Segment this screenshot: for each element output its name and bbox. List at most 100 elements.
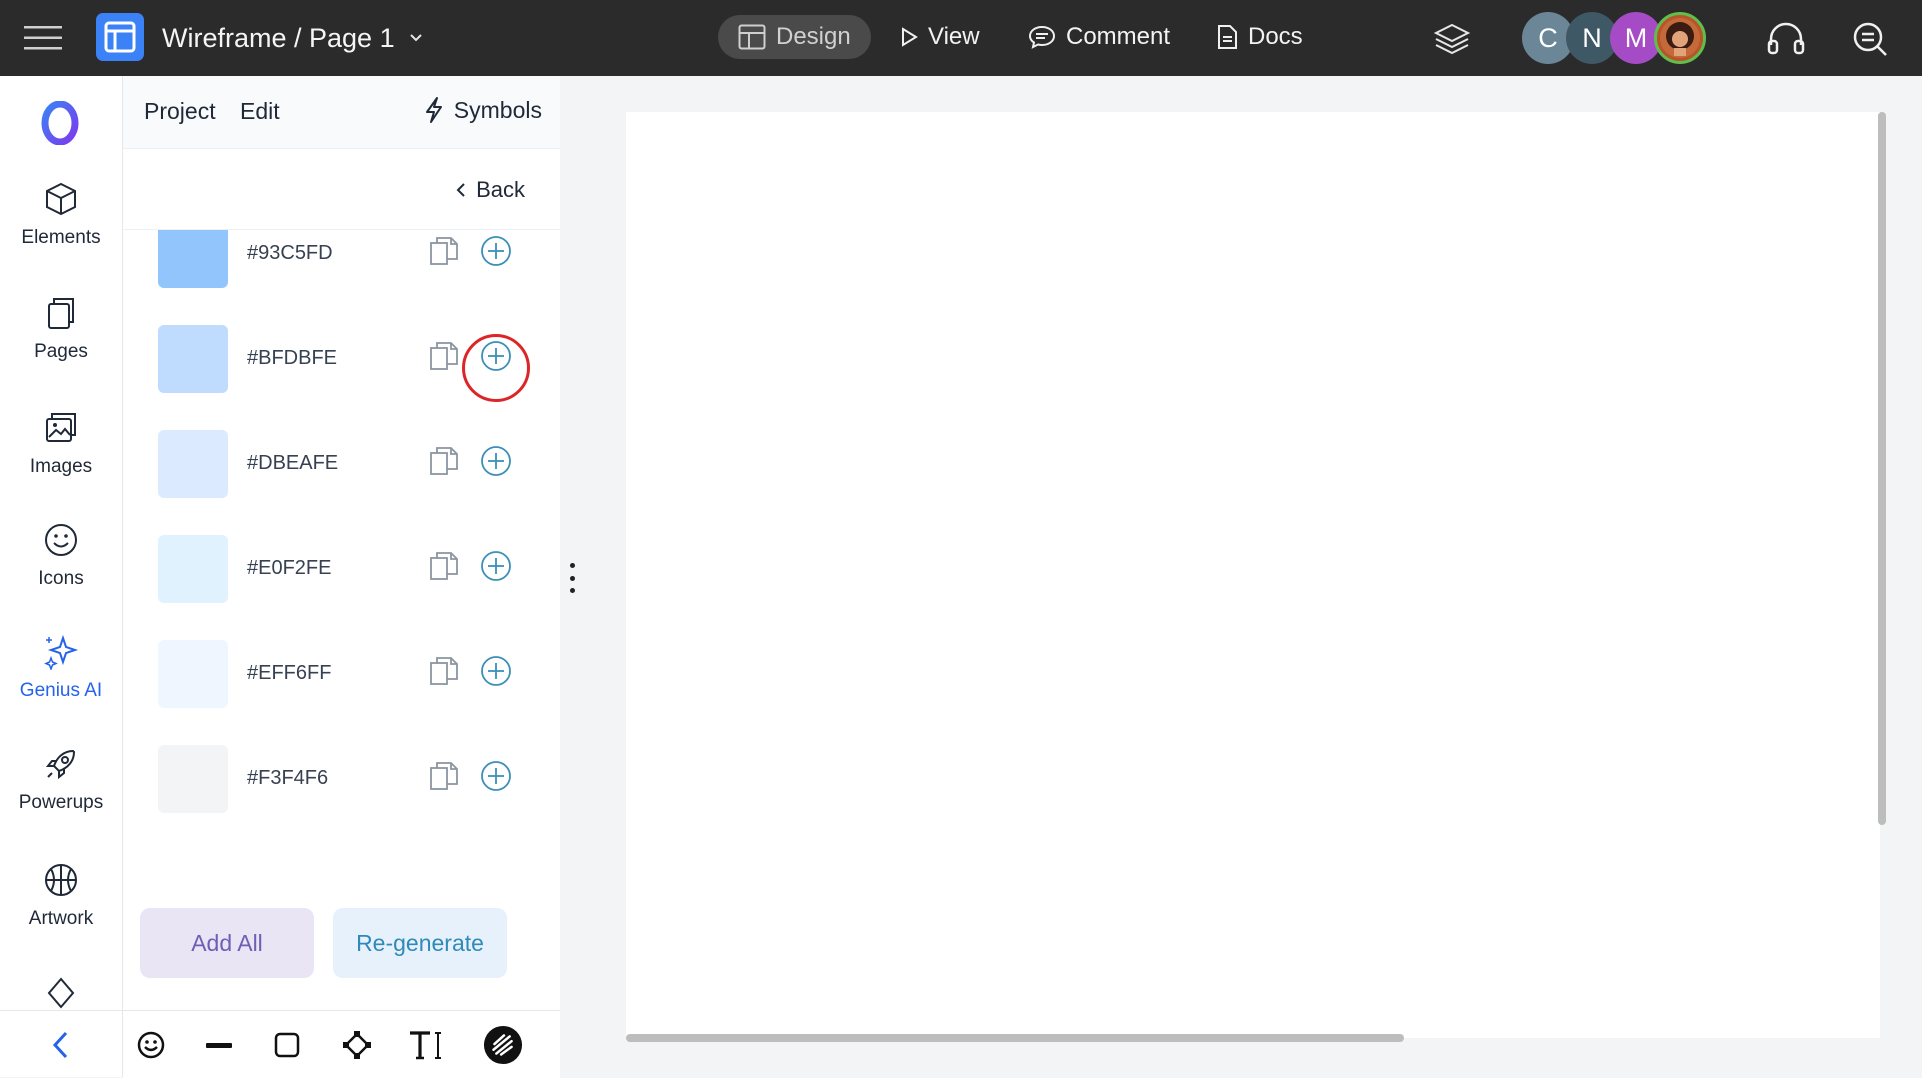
zoom-icon <box>1853 22 1887 56</box>
copy-color-button[interactable] <box>427 444 461 478</box>
nav-design[interactable]: Design <box>718 15 871 59</box>
back-row: Back <box>123 149 560 230</box>
chevron-left-icon <box>52 1031 68 1058</box>
symbols-button[interactable]: Symbols <box>424 96 542 124</box>
panel-resize-handle[interactable] <box>564 563 580 593</box>
copy-color-button[interactable] <box>427 654 461 688</box>
plus-circle-icon <box>481 446 511 476</box>
color-hex: #EFF6FF <box>247 662 332 684</box>
brand-logo[interactable] <box>38 101 82 145</box>
add-color-button[interactable] <box>479 234 513 268</box>
rail-item-elements[interactable]: Elements <box>0 181 122 249</box>
emoji-tool[interactable] <box>131 1025 171 1065</box>
color-swatch <box>158 230 228 288</box>
color-hex: #BFDBFE <box>247 347 338 369</box>
layout-icon <box>104 21 136 53</box>
menu-button[interactable] <box>20 20 66 56</box>
horizontal-scrollbar[interactable] <box>626 1034 1404 1042</box>
sparkle-icon <box>44 634 79 670</box>
document-title[interactable]: Wireframe / Page 1 <box>162 18 423 58</box>
copy-color-button[interactable] <box>427 339 461 373</box>
collapse-rail-button[interactable] <box>0 1010 122 1078</box>
color-hex: #E0F2FE <box>247 557 332 579</box>
support-button[interactable] <box>1764 17 1808 61</box>
square-icon <box>274 1032 300 1058</box>
nav-comment[interactable]: Comment <box>1008 15 1190 59</box>
nav-view[interactable]: View <box>880 15 1000 59</box>
drawing-toolbar <box>123 1010 560 1078</box>
copy-color-button[interactable] <box>427 549 461 583</box>
color-hex: #F3F4F6 <box>247 767 329 789</box>
top-bar: Wireframe / Page 1 Design View Comment D… <box>0 0 1922 76</box>
hamburger-icon <box>24 26 62 50</box>
plus-circle-icon <box>481 236 511 266</box>
line-tool[interactable] <box>199 1025 239 1065</box>
copy-icon <box>430 447 458 475</box>
copy-color-button[interactable] <box>427 759 461 793</box>
pen-nodes-icon <box>343 1031 371 1059</box>
regenerate-button[interactable]: Re-generate <box>333 908 507 978</box>
list-item: #DBEAFE <box>123 430 560 500</box>
plus-circle-icon <box>481 656 511 686</box>
rectangle-tool[interactable] <box>267 1025 307 1065</box>
back-button[interactable]: Back <box>456 177 525 203</box>
play-icon <box>902 27 918 47</box>
add-color-button[interactable] <box>479 339 513 373</box>
rail-item-icons[interactable]: Icons <box>0 522 122 590</box>
rail-item-powerups[interactable]: Powerups <box>0 746 122 814</box>
rail-item-genius-ai[interactable]: Genius AI <box>0 634 122 702</box>
pen-tool[interactable] <box>337 1025 377 1065</box>
document-title-text: Wireframe / Page 1 <box>162 22 395 53</box>
plus-circle-icon <box>481 761 511 791</box>
add-color-button[interactable] <box>479 549 513 583</box>
layers-icon <box>1433 23 1471 55</box>
tab-project[interactable]: Project <box>144 98 216 125</box>
chevron-down-icon <box>409 34 422 42</box>
add-color-button[interactable] <box>479 759 513 793</box>
list-item: #E0F2FE <box>123 535 560 605</box>
vertical-scrollbar[interactable] <box>1878 112 1886 825</box>
avatar-photo[interactable] <box>1654 12 1706 64</box>
list-item: #EFF6FF <box>123 640 560 710</box>
layout-icon <box>738 24 766 50</box>
user-photo-icon <box>1660 18 1700 58</box>
collaborator-avatars: C N M <box>1522 10 1706 66</box>
add-all-button[interactable]: Add All <box>140 908 314 978</box>
color-swatch <box>158 745 228 813</box>
chevron-left-icon <box>456 183 465 197</box>
rail-item-artwork[interactable]: Artwork <box>0 862 122 930</box>
search-zoom-button[interactable] <box>1848 17 1892 61</box>
color-palette-list: #93C5FD #BFDBFE #DBEAFE #E0F2FE #EFF6FF <box>123 230 560 950</box>
rail-item-pages[interactable]: Pages <box>0 295 122 363</box>
dot <box>569 575 575 581</box>
plus-circle-icon <box>481 551 511 581</box>
dot <box>569 588 575 593</box>
color-swatch <box>158 640 228 708</box>
text-tool[interactable] <box>407 1025 447 1065</box>
line-icon <box>206 1043 232 1048</box>
color-swatch <box>158 535 228 603</box>
text-icon <box>410 1031 441 1060</box>
lightning-icon <box>425 97 442 123</box>
add-color-button[interactable] <box>479 444 513 478</box>
copy-color-button[interactable] <box>427 234 461 268</box>
dot <box>569 563 575 568</box>
basketball-icon <box>45 864 77 896</box>
add-color-button[interactable] <box>479 654 513 688</box>
nav-docs[interactable]: Docs <box>1196 15 1323 59</box>
list-item: #BFDBFE <box>123 325 560 395</box>
smiley-icon <box>137 1031 165 1059</box>
layers-button[interactable] <box>1430 17 1474 61</box>
rail-item-more[interactable] <box>0 975 122 1011</box>
rail-item-images[interactable]: Images <box>0 410 122 478</box>
artboard[interactable] <box>626 112 1880 1038</box>
sketch-tool[interactable] <box>483 1025 523 1065</box>
copy-icon <box>430 762 458 790</box>
image-icon <box>46 413 76 442</box>
app-logo[interactable] <box>96 13 144 61</box>
headset-icon <box>1767 22 1805 55</box>
tab-edit[interactable]: Edit <box>240 98 280 125</box>
smiley-icon <box>45 524 77 556</box>
copy-icon <box>430 237 458 265</box>
color-swatch <box>158 430 228 498</box>
